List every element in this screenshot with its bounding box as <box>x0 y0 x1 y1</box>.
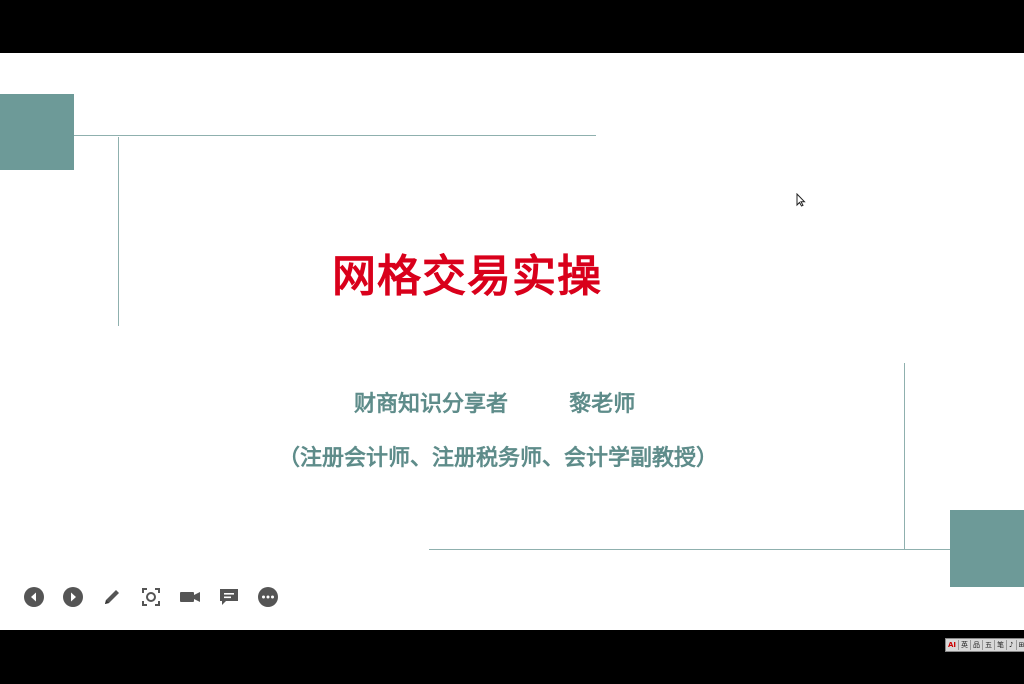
ime-tray: AI 英 品 五 笔 ♪ ⊞ ▦ <box>945 638 1024 652</box>
previous-slide-button[interactable] <box>22 585 46 609</box>
decorative-line-top <box>74 135 596 136</box>
tray-item[interactable]: 品 <box>971 640 984 650</box>
pen-tool-button[interactable] <box>100 585 124 609</box>
more-dots-icon <box>258 587 278 607</box>
camera-button[interactable] <box>178 585 202 609</box>
chevron-left-circle-icon <box>24 587 44 607</box>
decorative-square-top-left <box>0 94 74 170</box>
tray-item[interactable]: AI <box>946 640 960 650</box>
decorative-line-bottom <box>429 549 950 550</box>
video-frame: 网格交易实操 财商知识分享者 黎老师 （注册会计师、注册税务师、会计学副教授） <box>0 0 1024 684</box>
pencil-icon <box>105 590 119 604</box>
presenter-line: 财商知识分享者 黎老师 <box>354 392 636 417</box>
slide-title: 网格交易实操 <box>332 251 602 302</box>
presentation-slide: 网格交易实操 财商知识分享者 黎老师 （注册会计师、注册税务师、会计学副教授） <box>0 53 1024 630</box>
tray-item[interactable]: ♪ <box>1007 640 1017 650</box>
comment-icon <box>220 589 238 605</box>
zoom-button[interactable] <box>139 585 163 609</box>
tray-item[interactable]: ⊞ <box>1017 640 1024 650</box>
more-options-button[interactable] <box>256 585 280 609</box>
presenter-credentials: （注册会计师、注册税务师、会计学副教授） <box>278 446 719 471</box>
decorative-square-bottom-right <box>950 510 1024 587</box>
mouse-cursor-icon <box>796 193 806 207</box>
tray-item[interactable]: 五 <box>983 640 996 650</box>
video-camera-icon <box>180 592 200 602</box>
slideshow-toolbar <box>22 585 280 609</box>
subtitles-button[interactable] <box>217 585 241 609</box>
tray-item[interactable]: 笔 <box>995 640 1008 650</box>
chevron-right-circle-icon <box>63 587 83 607</box>
tray-item[interactable]: 英 <box>959 640 972 650</box>
next-slide-button[interactable] <box>61 585 85 609</box>
zoom-target-icon <box>142 588 160 606</box>
decorative-line-right <box>904 363 905 550</box>
